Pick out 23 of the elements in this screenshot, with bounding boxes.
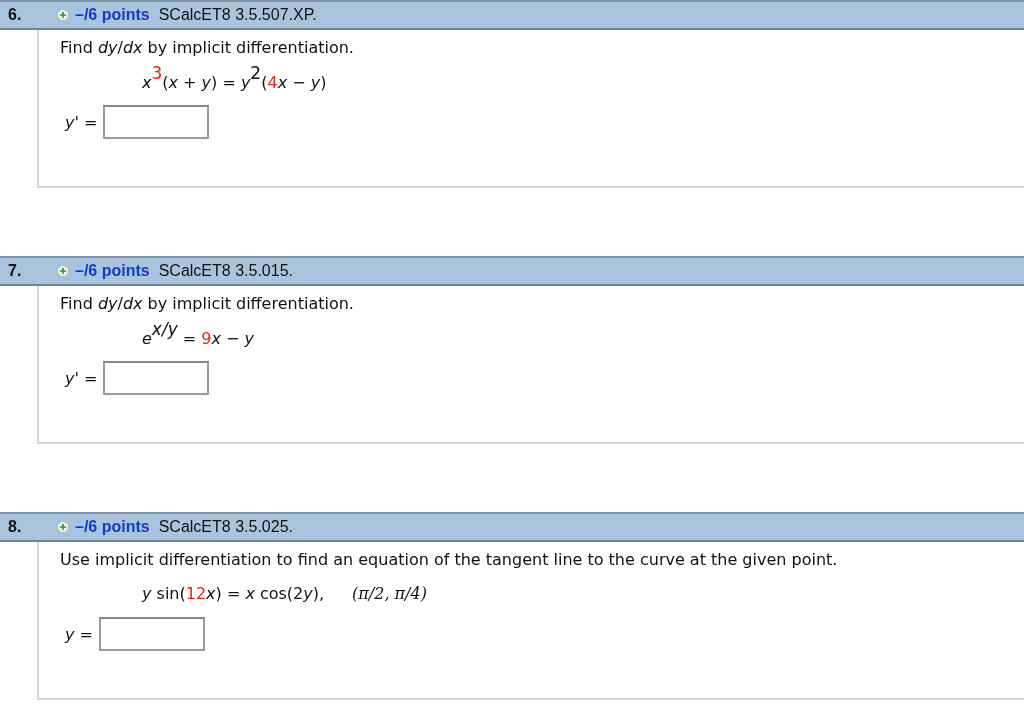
answer-label: y' = — [65, 112, 98, 132]
question-number: 7. — [7, 262, 23, 280]
question-prompt: Find dy/dx by implicit differentiation. — [60, 294, 355, 313]
question-prompt: Use implicit differentiation to find an equation of the tangent line to the curve at the given point. — [60, 550, 839, 569]
problem-code: SCalcET8 3.5.507.XP. — [158, 6, 317, 24]
point-coordinates: (π/2, π/4) — [352, 584, 427, 603]
points-label: –/6 points — [75, 518, 150, 536]
question-number: 6. — [7, 6, 23, 24]
plus-icon[interactable] — [57, 521, 69, 533]
problem-code: SCalcET8 3.5.015. — [158, 262, 293, 280]
answer-label: y = — [65, 624, 93, 644]
answer-label: y' = — [65, 368, 98, 388]
plus-icon[interactable] — [57, 265, 69, 277]
answer-field[interactable] — [103, 105, 210, 139]
question-prompt: Find dy/dx by implicit differentiation. — [60, 38, 355, 57]
answer-field[interactable] — [103, 361, 210, 395]
plus-icon[interactable] — [57, 9, 69, 21]
answer-field[interactable] — [98, 617, 205, 651]
points-label: –/6 points — [75, 6, 150, 24]
problem-code: SCalcET8 3.5.025. — [158, 518, 293, 536]
question-number: 8. — [7, 518, 23, 536]
equation: y sin(12x) = x cos(2y), — [142, 584, 325, 603]
points-label: –/6 points — [75, 262, 150, 280]
